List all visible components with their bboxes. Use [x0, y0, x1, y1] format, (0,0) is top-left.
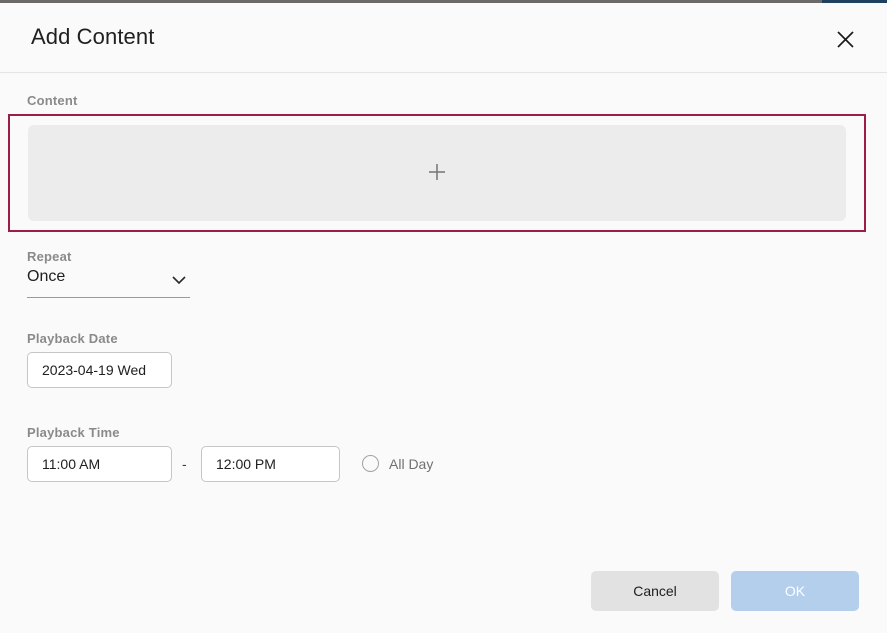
content-picker-dropzone[interactable] — [28, 125, 846, 221]
playback-date-field-label: Playback Date — [27, 331, 118, 346]
plus-icon — [427, 160, 447, 186]
dialog-header: Add Content — [0, 3, 887, 73]
all-day-option[interactable]: All Day — [362, 455, 433, 472]
repeat-field-label: Repeat — [27, 249, 72, 264]
repeat-select[interactable]: Once — [27, 267, 190, 298]
all-day-label: All Day — [389, 455, 434, 472]
all-day-radio-icon[interactable] — [362, 455, 379, 472]
repeat-selected-value: Once — [27, 268, 66, 285]
content-field-label: Content — [27, 93, 78, 108]
dialog-footer: Cancel OK — [0, 563, 887, 633]
playback-time-field-label: Playback Time — [27, 425, 120, 440]
playback-time-separator: - — [182, 456, 187, 472]
add-content-dialog: Add Content Content Repeat Once Playback… — [0, 3, 887, 633]
chevron-down-icon — [170, 273, 188, 291]
playback-date-input[interactable]: 2023-04-19 Wed — [27, 352, 172, 388]
playback-time-end-input[interactable]: 12:00 PM — [201, 446, 340, 482]
content-picker[interactable] — [8, 114, 866, 232]
close-button[interactable] — [829, 23, 861, 55]
dialog-body: Content Repeat Once Playback Date 2023-0… — [0, 73, 887, 563]
ok-button[interactable]: OK — [731, 571, 859, 611]
close-icon — [836, 30, 855, 49]
dialog-title: Add Content — [31, 24, 155, 49]
playback-time-start-input[interactable]: 11:00 AM — [27, 446, 172, 482]
cancel-button[interactable]: Cancel — [591, 571, 719, 611]
